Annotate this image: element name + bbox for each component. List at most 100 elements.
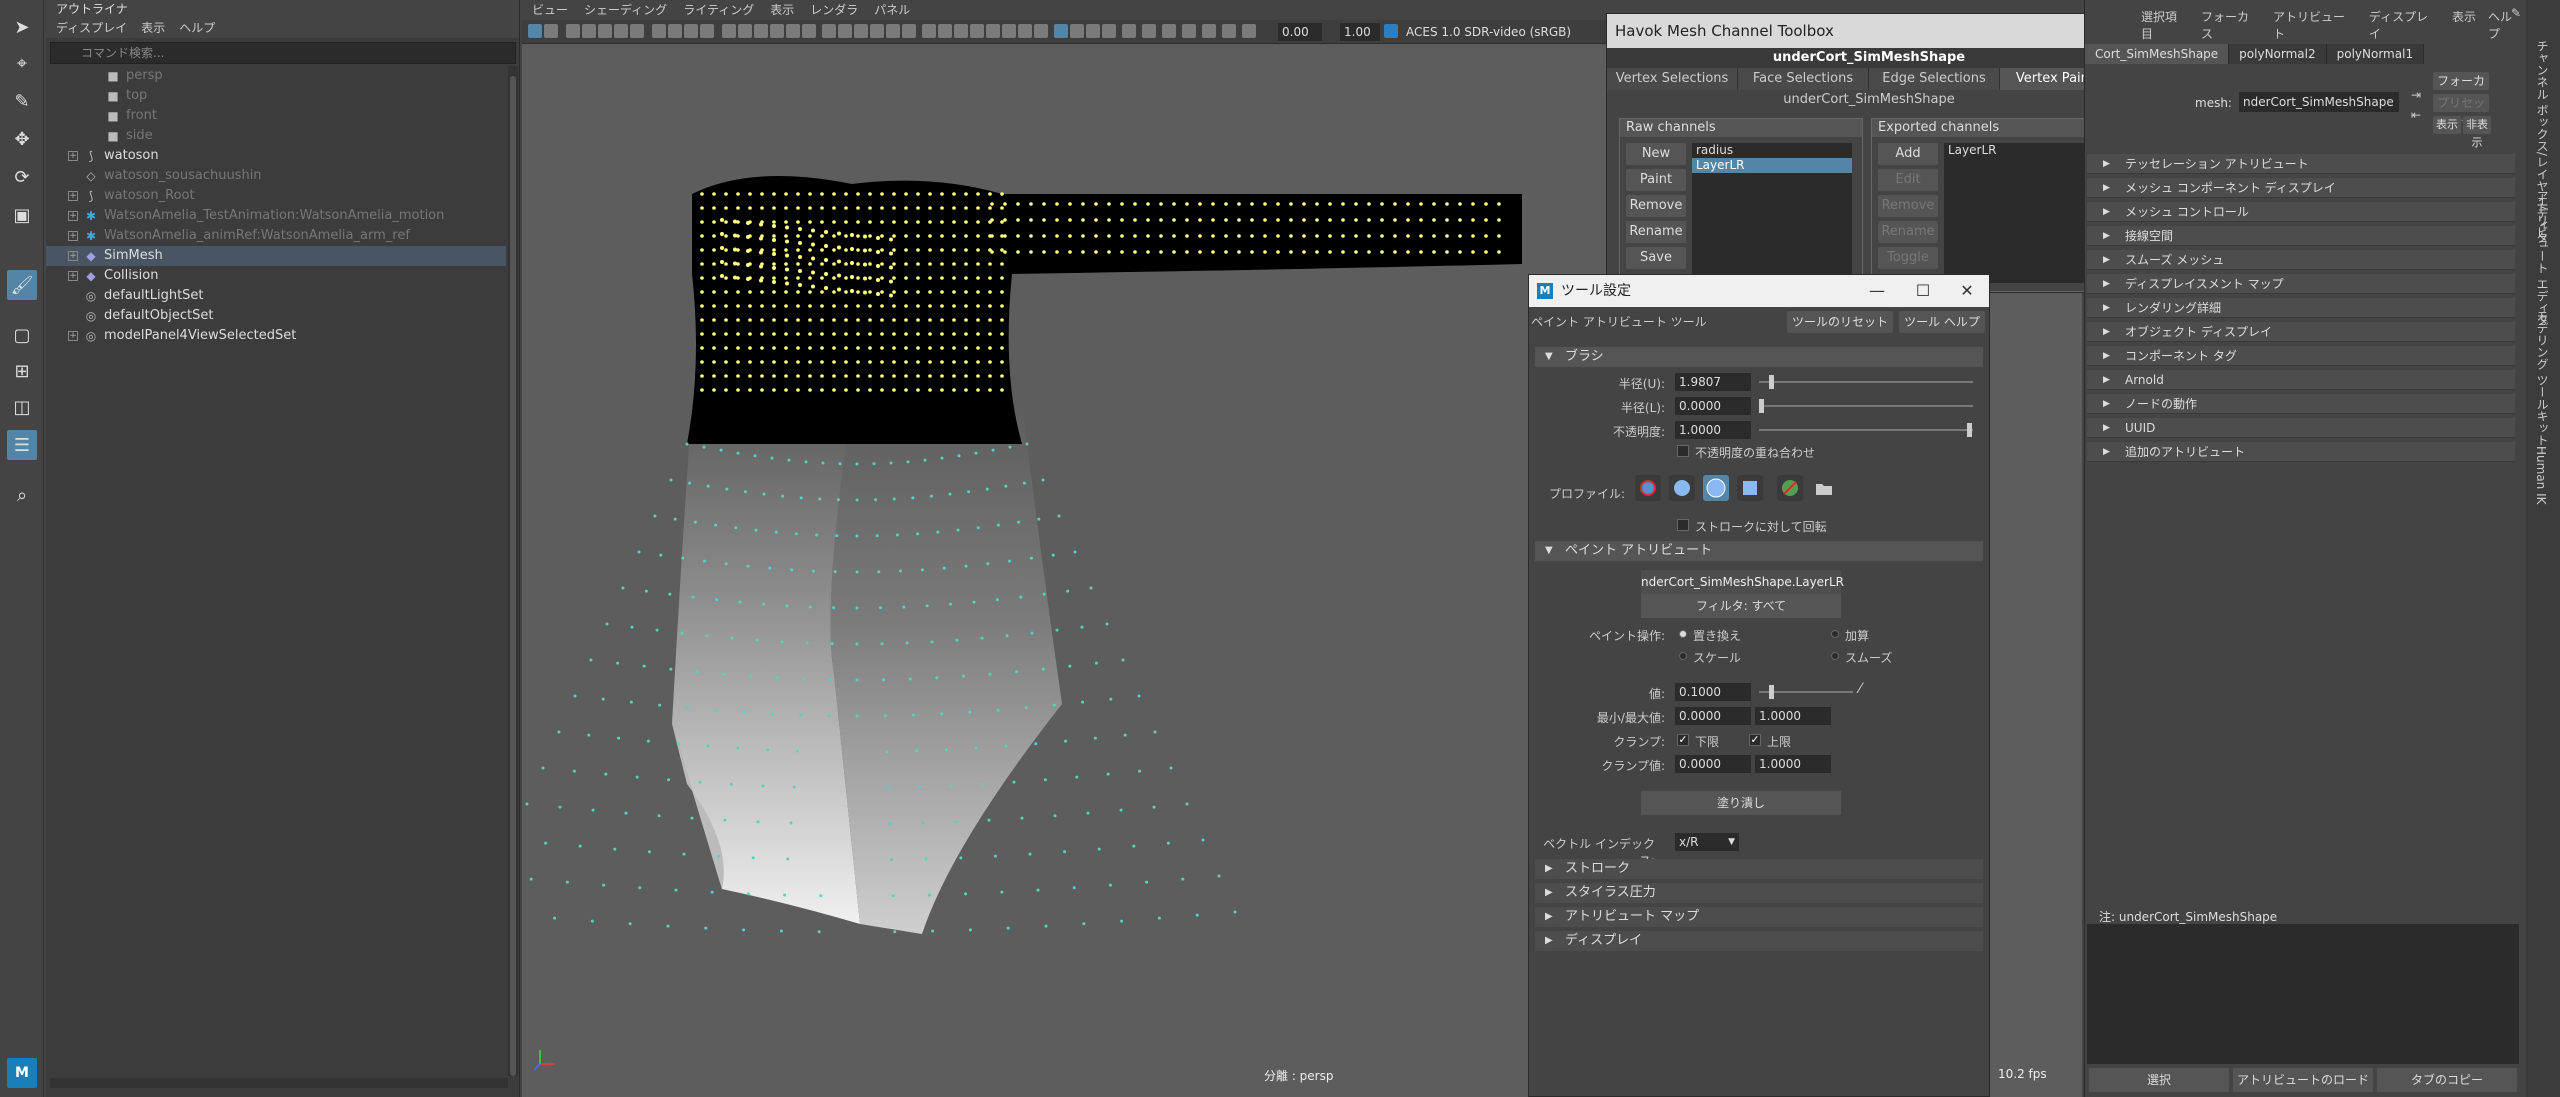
raw-paint-button[interactable]: Paint <box>1626 169 1686 191</box>
viewport-toolbar-icon[interactable] <box>986 24 1000 38</box>
viewport-toolbar-icon[interactable] <box>1086 24 1100 38</box>
minimize-icon[interactable]: — <box>1857 275 1897 307</box>
outliner-item[interactable]: ■ side <box>46 126 506 146</box>
expand-icon[interactable]: + <box>68 251 78 261</box>
viewport-toolbar-icon[interactable] <box>1034 24 1048 38</box>
viewport-toolbar-icon[interactable] <box>938 24 952 38</box>
load-attributes-button[interactable]: アトリビュートのロード <box>2233 1068 2373 1092</box>
viewport-toolbar-icon[interactable] <box>544 24 558 38</box>
outliner-item[interactable]: + ⟆ watoson <box>46 146 506 166</box>
ae-section-header[interactable]: ▶ オブジェクト ディスプレイ <box>2087 322 2515 342</box>
ae-menu-attributes[interactable]: アトリビュート <box>2273 8 2357 42</box>
radius-l-slider-handle[interactable] <box>1759 399 1764 413</box>
tab-polynormal2[interactable]: polyNormal2 <box>2229 44 2327 64</box>
search-icon[interactable]: ⌕ <box>7 480 37 510</box>
select-button[interactable]: 選択 <box>2089 1068 2229 1092</box>
tab-vertex-selections[interactable]: Vertex Selections <box>1607 68 1738 90</box>
outliner-item[interactable]: ◎ defaultObjectSet <box>46 306 506 326</box>
viewport-toolbar-icon[interactable] <box>838 24 852 38</box>
attribute-maps-section-header[interactable]: ▶ アトリビュート マップ <box>1535 907 1983 927</box>
viewport-toolbar-icon[interactable] <box>1122 24 1136 38</box>
clamp-lower-checkbox[interactable]: ✓ <box>1677 734 1689 746</box>
clamp-min-field[interactable]: 0.0000 <box>1675 755 1751 773</box>
gamma-field[interactable]: 1.00 <box>1340 23 1380 41</box>
viewport-toolbar-icon[interactable] <box>770 24 784 38</box>
rotate-to-stroke-checkbox[interactable] <box>1677 519 1689 531</box>
viewport-toolbar-icon[interactable] <box>614 24 628 38</box>
brush-section-header[interactable]: ▼ ブラシ <box>1535 347 1983 367</box>
viewport-toolbar-icon[interactable] <box>700 24 714 38</box>
list-item[interactable]: LayerLR <box>1692 158 1852 173</box>
viewport-toolbar-icon[interactable] <box>922 24 936 38</box>
radius-l-slider[interactable] <box>1759 405 1973 407</box>
outliner-item[interactable]: + ⟆ watoson_Root <box>46 186 506 206</box>
tab-human-ik[interactable]: Human IK <box>2534 446 2548 505</box>
viewport-toolbar-icon[interactable] <box>582 24 596 38</box>
viewport-toolbar-icon[interactable] <box>886 24 900 38</box>
paint-attribute-section-header[interactable]: ▼ ペイント アトリビュート <box>1535 541 1983 561</box>
expand-icon[interactable]: + <box>68 151 78 161</box>
viewport-toolbar-icon[interactable] <box>1018 24 1032 38</box>
outliner-item[interactable]: ■ front <box>46 106 506 126</box>
go-to-input-icon[interactable]: ⇥ <box>2411 88 2421 102</box>
viewport-menu-panels[interactable]: パネル <box>874 0 910 20</box>
rotate-tool-icon[interactable]: ⟳ <box>7 162 37 192</box>
tab-modeling-toolkit[interactable]: モデリング ツールキット <box>2534 310 2551 446</box>
exported-remove-button[interactable]: Remove <box>1878 195 1938 217</box>
viewport-toolbar-icon[interactable] <box>668 24 682 38</box>
viewport-toolbar-icon[interactable] <box>902 24 916 38</box>
op-smooth-radio[interactable] <box>1831 652 1839 660</box>
raw-save-button[interactable]: Save <box>1626 247 1686 269</box>
close-icon[interactable]: ✕ <box>1947 275 1987 307</box>
maximize-icon[interactable]: ☐ <box>1903 275 1943 307</box>
ae-menu-focus[interactable]: フォーカス <box>2201 8 2261 42</box>
single-pane-layout-icon[interactable]: ▢ <box>7 320 37 350</box>
viewport-toolbar-icon[interactable] <box>1070 24 1084 38</box>
paint-attribute-selector[interactable]: nderCort_SimMeshShape.LayerLR <box>1641 570 1844 594</box>
viewport-toolbar-icon[interactable] <box>722 24 736 38</box>
reset-tool-button[interactable]: ツールのリセット <box>1787 311 1893 333</box>
ae-section-header[interactable]: ▶ 追加のアトリビュート <box>2087 442 2515 462</box>
stroke-section-header[interactable]: ▶ ストローク <box>1535 859 1983 879</box>
ae-section-header[interactable]: ▶ コンポーネント タグ <box>2087 346 2515 366</box>
ae-section-header[interactable]: ▶ メッシュ コントロール <box>2087 202 2515 222</box>
copy-tab-button[interactable]: タブのコピー <box>2377 1068 2517 1092</box>
color-management-icon[interactable] <box>1384 24 1398 38</box>
viewport-menu-show[interactable]: 表示 <box>770 0 794 20</box>
four-pane-layout-icon[interactable]: ⊞ <box>7 356 37 386</box>
radius-u-slider-handle[interactable] <box>1769 375 1774 389</box>
viewport-toolbar-icon[interactable] <box>1182 24 1196 38</box>
ae-menu-show[interactable]: 表示 <box>2452 8 2476 42</box>
outliner-item[interactable]: + ✱ WatsonAmelia_TestAnimation:WatsonAmeli… <box>46 206 506 226</box>
expand-icon[interactable]: + <box>68 191 78 201</box>
profile-gaussian-icon[interactable] <box>1635 475 1661 501</box>
hide-button[interactable]: 非表示 <box>2463 116 2491 149</box>
go-to-output-icon[interactable]: ⇤ <box>2411 108 2421 122</box>
profile-solid-icon[interactable] <box>1703 475 1729 501</box>
list-item[interactable]: LayerLR <box>1944 143 2104 158</box>
select-tool-icon[interactable]: ➤ <box>7 12 37 42</box>
ae-section-header[interactable]: ▶ メッシュ コンポーネント ディスプレイ <box>2087 178 2515 198</box>
flood-button[interactable]: 塗り潰し <box>1641 791 1841 815</box>
viewport-toolbar-icon[interactable] <box>754 24 768 38</box>
exported-edit-button[interactable]: Edit <box>1878 169 1938 191</box>
focus-button[interactable]: フォーカス <box>2433 72 2489 106</box>
viewport-toolbar-icon[interactable] <box>1202 24 1216 38</box>
outliner-menu-display[interactable]: ディスプレイ <box>56 18 127 38</box>
viewport-toolbar-icon[interactable] <box>954 24 968 38</box>
outliner-vertical-scrollbar[interactable] <box>508 66 518 1076</box>
profile-square-icon[interactable] <box>1737 475 1763 501</box>
viewport-toolbar-icon[interactable] <box>738 24 752 38</box>
pick-value-icon[interactable]: ⁄ <box>1859 681 1861 697</box>
stylus-pressure-section-header[interactable]: ▶ スタイラス圧力 <box>1535 883 1983 903</box>
viewport-toolbar-icon[interactable] <box>528 24 542 38</box>
viewport-toolbar-icon[interactable] <box>1054 24 1068 38</box>
max-value-field[interactable]: 1.0000 <box>1755 707 1831 725</box>
presets-button[interactable]: プリセット <box>2433 94 2489 128</box>
tab-simmesh-shape[interactable]: Cort_SimMeshShape <box>2085 44 2230 64</box>
opacity-slider[interactable] <box>1759 429 1973 431</box>
tab-attribute-editor[interactable]: アトリビュート エディタ <box>2534 190 2551 326</box>
outliner-item[interactable]: ■ top <box>46 86 506 106</box>
lasso-tool-icon[interactable]: ⌖ <box>7 48 37 78</box>
outliner-menu-show[interactable]: 表示 <box>141 18 165 38</box>
